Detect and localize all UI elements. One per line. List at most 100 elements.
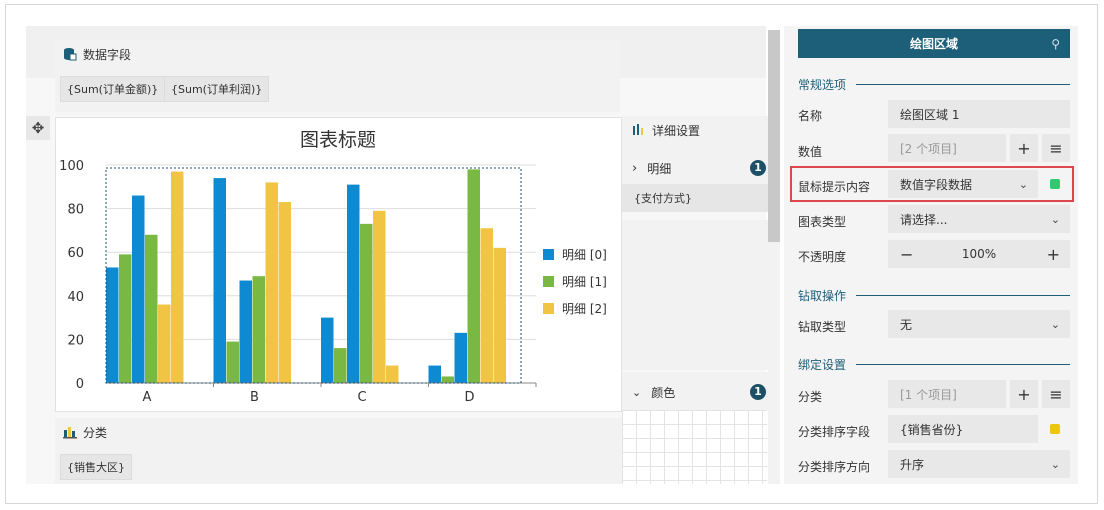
detail-settings-header: 详细设置 [622, 116, 768, 144]
bar [321, 317, 334, 383]
y-tick-label: 40 [67, 290, 84, 305]
bar [213, 178, 226, 383]
values-menu-button[interactable]: ≡ [1042, 134, 1070, 162]
category-chip[interactable]: {销售大区} [60, 454, 132, 480]
section-general-title: 常规选项 [798, 78, 847, 92]
category-add-button[interactable]: + [1010, 380, 1038, 408]
section-binding-title: 绑定设置 [798, 358, 847, 372]
section-general: 常规选项 [798, 76, 1070, 93]
category-header: 分类 [55, 418, 622, 446]
category-title: 分类 [83, 425, 108, 440]
opacity-label: 不透明度 [798, 250, 847, 264]
chart-plot-area[interactable]: 图表标题 0 20 40 60 80 100 A B C D 明细 [0] 明细 [1] 明细 [2] [55, 117, 622, 412]
legend-swatch [543, 303, 554, 314]
sort-color-swatch[interactable] [1050, 424, 1060, 434]
legend-label: 明细 [2] [562, 302, 607, 316]
database-icon [64, 48, 77, 61]
bar [386, 365, 399, 383]
color-label: 颜色 [651, 385, 676, 400]
scrollbar-thumb[interactable] [768, 30, 780, 242]
bar [252, 276, 265, 383]
data-field-chip-amount[interactable]: {Sum(订单金额)} [60, 76, 166, 102]
move-icon[interactable]: ✥ [26, 116, 50, 140]
detail-count-badge: 1 [750, 160, 766, 176]
bar-chart: 图表标题 0 20 40 60 80 100 A B C D 明细 [0] 明细 [1] 明细 [2] [59, 129, 607, 405]
chevron-down-icon: ⌄ [1050, 317, 1060, 331]
x-tick-label: C [357, 390, 366, 405]
drill-type-select[interactable]: 无 ⌄ [888, 310, 1070, 338]
legend-label: 明细 [0] [562, 248, 607, 262]
canvas-grid [622, 410, 767, 484]
sidebar-title: 绘图区域 [909, 37, 958, 51]
detail-settings-title: 详细设置 [652, 123, 701, 138]
values-field[interactable]: [2 个项目] [888, 134, 1006, 162]
values-add-button[interactable]: + [1010, 134, 1038, 162]
drill-type-label: 钻取类型 [798, 320, 847, 334]
chart-title: 图表标题 [300, 129, 376, 151]
sort-dir-select[interactable]: 升序 ⌄ [888, 450, 1070, 478]
bar [171, 171, 184, 383]
name-input[interactable]: 绘图区域 1 [888, 100, 1070, 128]
category-menu-button[interactable]: ≡ [1042, 380, 1070, 408]
bar [454, 332, 467, 383]
category-field[interactable]: [1 个项目] [888, 380, 1006, 408]
bar [428, 365, 441, 383]
detail-settings-icon [633, 124, 643, 135]
bar [493, 247, 506, 383]
chart-type-label: 图表类型 [798, 215, 847, 229]
y-tick-label: 20 [67, 333, 84, 348]
bar-chart-icon [63, 427, 77, 439]
data-fields-header: 数据字段 [55, 40, 620, 68]
opacity-increase-button[interactable]: + [1047, 245, 1060, 264]
y-tick-label: 60 [67, 246, 84, 261]
opacity-stepper[interactable]: − 100% + [888, 240, 1070, 268]
category-label: 分类 [798, 390, 823, 404]
bar [145, 234, 158, 383]
data-fields-title: 数据字段 [83, 47, 132, 62]
bar [373, 210, 386, 383]
bar [278, 202, 291, 383]
color-row[interactable]: ⌄ 颜色 1 [622, 378, 768, 406]
opacity-value: 100% [961, 247, 997, 261]
chart-type-select[interactable]: 请选择... ⌄ [888, 205, 1070, 233]
sort-field-label: 分类排序字段 [798, 425, 871, 439]
sort-dir-label: 分类排序方向 [798, 460, 871, 474]
chevron-down-icon: ⌄ [632, 385, 642, 399]
bar [106, 267, 119, 383]
bar [265, 182, 278, 383]
bar [119, 254, 132, 383]
detail-row[interactable]: › 明细 1 [622, 154, 768, 182]
bar [239, 280, 252, 383]
detail-chip-payment[interactable]: {支付方式} [622, 184, 768, 212]
name-label: 名称 [798, 109, 823, 123]
x-tick-label: D [464, 390, 474, 405]
x-tick-label: B [250, 390, 259, 405]
color-count-badge: 1 [750, 384, 766, 400]
x-tick-label: A [143, 390, 152, 405]
bar [158, 304, 171, 383]
tooltip-row-highlight [790, 166, 1074, 202]
drill-type-value: 无 [900, 317, 913, 332]
chevron-down-icon: ⌄ [1050, 212, 1060, 226]
category-panel: 分类 [55, 418, 622, 484]
legend-swatch [543, 276, 554, 287]
legend-label: 明细 [1] [562, 275, 607, 289]
sort-field-input[interactable]: {销售省份} [888, 415, 1038, 443]
detail-label: 明细 [647, 161, 672, 176]
bar [480, 228, 493, 383]
sort-dir-value: 升序 [900, 457, 925, 472]
section-binding: 绑定设置 [798, 356, 1070, 373]
chevron-down-icon: ⌄ [1050, 457, 1060, 471]
section-drill-title: 钻取操作 [798, 289, 847, 303]
chart-type-value: 请选择... [900, 212, 948, 227]
section-drill: 钻取操作 [798, 287, 1070, 304]
detail-settings-panel: 详细设置 › 明细 1 {支付方式} [622, 116, 768, 212]
data-field-chip-profit[interactable]: {Sum(订单利润)} [164, 76, 270, 102]
search-icon[interactable]: ⚲ [1051, 37, 1060, 51]
bar [132, 195, 145, 383]
y-tick-label: 80 [67, 203, 84, 218]
y-tick-label: 0 [76, 377, 84, 392]
bar [441, 376, 454, 383]
bar [334, 348, 347, 383]
detail-drop-area [622, 220, 768, 370]
